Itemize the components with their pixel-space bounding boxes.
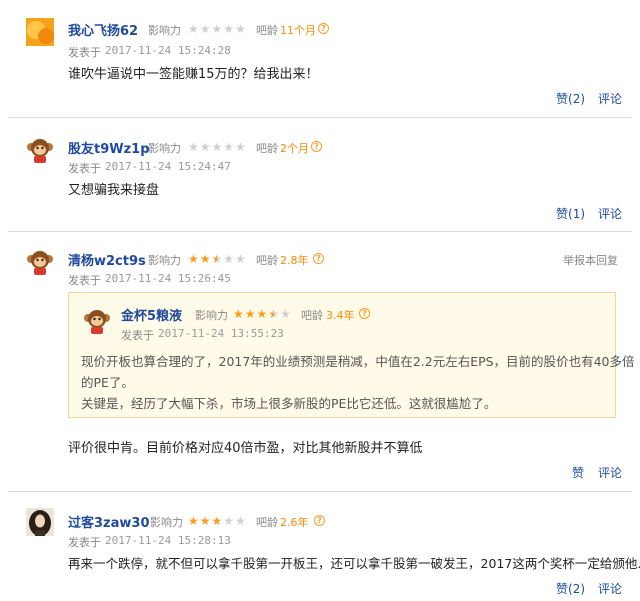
comment-text: 评价很中肯。目前价格对应40倍市盈，对比其他新股并不算低 xyxy=(68,441,423,456)
bar-age-label: 吧龄 xyxy=(256,254,278,267)
bar-age-label: 吧龄 xyxy=(256,24,278,37)
star-icon: ★ xyxy=(211,252,223,266)
star-icon: ★ xyxy=(211,140,223,154)
post-time: 2017-11-24 15:24:28 xyxy=(105,44,231,57)
like-label: 赞 xyxy=(556,92,569,106)
post-time-label: 发表于 xyxy=(68,46,101,59)
post-time-label: 发表于 xyxy=(68,162,101,175)
like-label: 赞 xyxy=(556,582,569,596)
star-icon: ★ xyxy=(211,514,223,528)
comment-button[interactable]: 评论 xyxy=(598,205,622,222)
star-icon: ★ xyxy=(211,22,223,36)
star-icon: ★ xyxy=(235,252,246,266)
like-button[interactable]: 赞 xyxy=(572,464,584,481)
bar-age-value: 2.6年 xyxy=(280,516,309,529)
star-icon: ★ xyxy=(235,514,246,528)
question-icon[interactable]: ? xyxy=(359,308,370,319)
bar-age-value: 2个月 xyxy=(280,142,309,155)
star-icon: ★ xyxy=(188,252,199,266)
report-reply-link[interactable]: 举报本回复 xyxy=(563,252,618,268)
like-button[interactable]: 赞(2) xyxy=(556,580,585,597)
influence-label: 影响力 xyxy=(148,142,181,155)
comment-button[interactable]: 评论 xyxy=(598,90,622,107)
post-time-label: 发表于 xyxy=(121,329,154,342)
bar-age-value: 2.8年 xyxy=(280,254,309,267)
quoted-username[interactable]: 金杯5粮液 xyxy=(121,305,182,324)
username[interactable]: 过客3zaw30 xyxy=(68,512,150,531)
influence-label: 影响力 xyxy=(148,24,181,37)
influence-label: 影响力 xyxy=(195,309,228,322)
comment-item: 过客3zaw30 影响力 ★ ★ ★ ★ ★ 吧龄 2.6年 ? 发表于 2017-11… xyxy=(8,492,640,601)
post-time: 2017-11-24 13:55:23 xyxy=(158,327,284,340)
star-icon: ★ xyxy=(256,307,268,321)
star-icon: ★ xyxy=(223,514,235,528)
like-label: 赞 xyxy=(556,207,569,221)
star-icon: ★ xyxy=(199,140,211,154)
comment-item: 清杨w2ct9s 影响力 ★ ★ ★ ★ ★ 吧龄 2.8年 ? 举报本回复 发表于 2… xyxy=(8,232,634,492)
orange-avatar[interactable] xyxy=(26,18,54,46)
bar-age-value: 11个月 xyxy=(280,24,316,37)
like-button[interactable]: 赞(1) xyxy=(556,205,585,222)
comment-button[interactable]: 评论 xyxy=(598,464,622,481)
star-icon: ★ xyxy=(199,514,211,528)
username[interactable]: 我心飞扬62 xyxy=(68,20,138,39)
star-icon: ★ xyxy=(188,22,199,36)
star-icon: ★ xyxy=(280,307,291,321)
quoted-text-line: 的PE了。 xyxy=(81,375,134,390)
like-button[interactable]: 赞(2) xyxy=(556,90,585,107)
star-icon: ★ xyxy=(244,307,256,321)
star-icon: ★ xyxy=(235,22,246,36)
star-icon: ★ xyxy=(199,252,211,266)
star-icon: ★ xyxy=(223,140,235,154)
influence-stars: ★ ★ ★ ★ ★ xyxy=(233,308,291,320)
post-time: 2017-11-24 15:24:47 xyxy=(105,160,231,173)
influence-label: 影响力 xyxy=(148,254,181,267)
influence-stars: ★ ★ ★ ★ ★ xyxy=(188,141,246,153)
comment-item: 我心飞扬62 影响力 ★ ★ ★ ★ ★ 吧龄 11个月 ? 发表于 2017-11-2… xyxy=(8,0,632,118)
like-count: (2) xyxy=(568,582,586,596)
like-count: (1) xyxy=(568,207,586,221)
woman-avatar[interactable] xyxy=(26,508,54,536)
quoted-text-line: 现价开板也算合理的了，2017年的业绩预测是稍减，中值在2.2元左右EPS，目前… xyxy=(81,354,635,369)
influence-stars: ★ ★ ★ ★ ★ xyxy=(188,253,246,265)
username[interactable]: 清杨w2ct9s xyxy=(68,250,146,269)
post-time: 2017-11-24 15:26:45 xyxy=(105,272,231,285)
post-time: 2017-11-24 15:28:13 xyxy=(105,534,231,547)
star-icon: ★ xyxy=(268,307,280,321)
bar-age-label: 吧龄 xyxy=(256,142,278,155)
post-time-label: 发表于 xyxy=(68,536,101,549)
post-time-label: 发表于 xyxy=(68,274,101,287)
like-count: (2) xyxy=(568,92,586,106)
star-icon: ★ xyxy=(188,140,199,154)
comment-button[interactable]: 评论 xyxy=(598,580,622,597)
monkey-avatar[interactable] xyxy=(83,307,111,335)
question-icon[interactable]: ? xyxy=(318,23,329,34)
comment-text: 又想骗我来接盘 xyxy=(68,183,160,198)
question-icon[interactable]: ? xyxy=(311,141,322,152)
bar-age-label: 吧龄 xyxy=(256,516,278,529)
bar-age-label: 吧龄 xyxy=(301,309,323,322)
question-icon[interactable]: ? xyxy=(313,253,324,264)
like-label: 赞 xyxy=(572,466,585,480)
star-icon: ★ xyxy=(223,22,235,36)
monkey-avatar[interactable] xyxy=(26,136,54,164)
username[interactable]: 股友t9Wz1p xyxy=(68,138,150,157)
comment-text: 谁吹牛逼说中一签能赚15万的？给我出来！ xyxy=(68,67,319,82)
star-icon: ★ xyxy=(223,252,235,266)
question-icon[interactable]: ? xyxy=(314,515,325,526)
bar-age-value: 3.4年 xyxy=(326,309,355,322)
star-icon: ★ xyxy=(235,140,246,154)
influence-stars: ★ ★ ★ ★ ★ xyxy=(188,23,246,35)
monkey-avatar[interactable] xyxy=(26,248,54,276)
star-icon: ★ xyxy=(188,514,199,528)
quoted-reply: 金杯5粮液 影响力 ★ ★ ★ ★ ★ 吧龄 3.4年 ? 发表于 2017-11-24… xyxy=(68,292,634,418)
influence-stars: ★ ★ ★ ★ ★ xyxy=(188,515,246,527)
star-icon: ★ xyxy=(199,22,211,36)
star-icon: ★ xyxy=(233,307,244,321)
comment-item: 股友t9Wz1p 影响力 ★ ★ ★ ★ ★ 吧龄 2个月 ? 发表于 2017-11-… xyxy=(8,118,632,232)
comment-text: 再来一个跌停，就不但可以拿千股第一开板王，还可以拿千股第一破发王，2017这两个… xyxy=(68,556,640,571)
quoted-text-line: 关键是，经历了大幅下杀，市场上很多新股的PE比它还低。这就很尴尬了。 xyxy=(81,396,497,411)
influence-label: 影响力 xyxy=(150,516,183,529)
